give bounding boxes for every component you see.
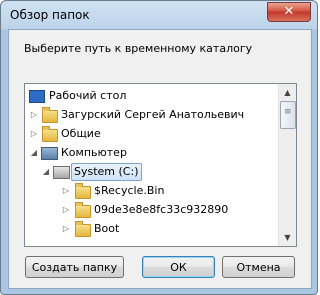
tree-item-boot[interactable]: ▷ Boot <box>25 219 275 238</box>
browse-folder-dialog: Обзор папок ✕ Выберите путь к временному… <box>0 0 318 295</box>
scroll-down-icon[interactable]: ▼ <box>279 229 296 246</box>
dialog-body: Выберите путь к временному каталогу Рабо… <box>8 29 312 289</box>
title-bar[interactable]: Обзор папок ✕ <box>1 1 317 29</box>
folder-icon <box>75 202 91 218</box>
new-folder-button[interactable]: Создать папку <box>25 256 124 278</box>
computer-icon <box>41 147 58 160</box>
drive-icon <box>53 166 70 179</box>
tree-item-09de3e[interactable]: ▷ 09de3e8e8fc33c932890 <box>25 200 275 219</box>
folder-icon <box>42 126 58 142</box>
window-title: Обзор папок <box>10 8 90 22</box>
collapse-arrow-icon[interactable]: ◢ <box>41 162 51 181</box>
vertical-scrollbar[interactable]: ▲ ▼ <box>278 84 296 246</box>
folder-tree[interactable]: Рабочий стол ▷ Загурский Сергей Анатолье… <box>24 83 297 247</box>
close-button[interactable]: ✕ <box>267 2 311 22</box>
expand-arrow-icon[interactable]: ▷ <box>61 200 71 219</box>
tree-item-user[interactable]: ▷ Загурский Сергей Анатольевич <box>25 105 275 124</box>
tree-item-system-c[interactable]: ◢ System (C:) <box>25 162 275 181</box>
folder-icon <box>75 183 91 199</box>
instruction-text: Выберите путь к временному каталогу <box>24 42 253 55</box>
scroll-up-icon[interactable]: ▲ <box>279 84 296 101</box>
expand-arrow-icon[interactable]: ▷ <box>61 219 71 238</box>
folder-icon <box>75 221 91 237</box>
cancel-button[interactable]: Отмена <box>222 256 295 278</box>
tree-item-shared[interactable]: ▷ Общие <box>25 124 275 143</box>
user-folder-icon <box>42 107 58 123</box>
tree-item-computer[interactable]: ◢ Компьютер <box>25 143 275 162</box>
tree-item-recycle-bin[interactable]: ▷ $Recycle.Bin <box>25 181 275 200</box>
expand-arrow-icon[interactable]: ▷ <box>61 181 71 200</box>
expand-arrow-icon[interactable]: ▷ <box>29 105 39 124</box>
ok-button[interactable]: ОК <box>142 256 215 278</box>
collapse-arrow-icon[interactable]: ◢ <box>29 143 39 162</box>
expand-arrow-icon[interactable]: ▷ <box>29 124 39 143</box>
desktop-icon <box>29 90 45 103</box>
scrollbar-thumb[interactable] <box>280 101 296 129</box>
tree-item-desktop[interactable]: Рабочий стол <box>25 86 275 105</box>
